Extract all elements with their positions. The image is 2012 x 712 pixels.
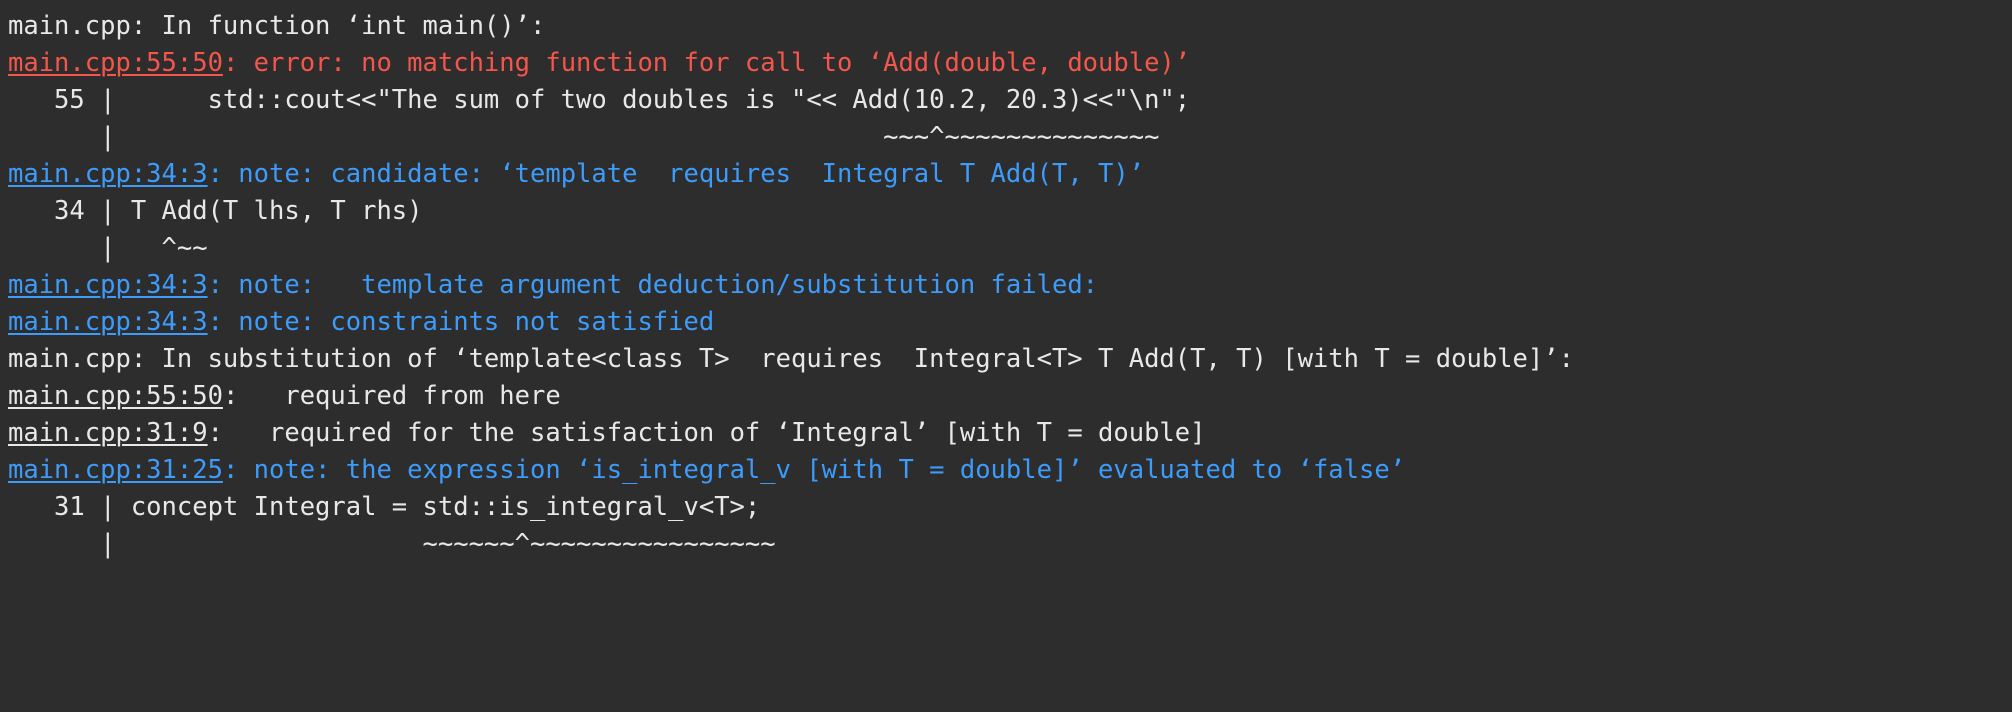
source-location-link[interactable]: main.cpp:31:25	[8, 455, 223, 485]
line-06-source-34: 34 | T Add(T lhs, T rhs)	[8, 193, 2012, 230]
line-03-source-55: 55 | std::cout<<"The sum of two doubles …	[8, 82, 2012, 119]
marker-text: | ^~~	[8, 233, 208, 263]
context-text: main.cpp: In function ‘int main()’:	[8, 11, 546, 41]
source-text: 31 | concept Integral = std::is_integral…	[8, 492, 761, 522]
note-text: : note: template argument deduction/subs…	[207, 270, 1099, 300]
line-15-marker: | ~~~~~~^~~~~~~~~~~~~~~~~	[8, 526, 2012, 563]
line-01-context: main.cpp: In function ‘int main()’:	[8, 8, 2012, 45]
marker-text: | ~~~^~~~~~~~~~~~~~~	[8, 122, 1160, 152]
line-05-note-candidate: main.cpp:34:3: note: candidate: ‘templat…	[8, 156, 2012, 193]
note-text: : note: candidate: ‘template requires In…	[207, 159, 1145, 189]
context-text: : required from here	[222, 381, 561, 411]
source-text: 55 | std::cout<<"The sum of two doubles …	[8, 85, 1191, 115]
context-text: : required for the satisfaction of ‘Inte…	[207, 418, 1206, 448]
line-11-required-from-here: main.cpp:55:50: required from here	[8, 378, 2012, 415]
source-location-link[interactable]: main.cpp:55:50	[8, 48, 223, 78]
compiler-output-terminal: main.cpp: In function ‘int main()’: main.…	[0, 0, 2012, 712]
line-04-marker: | ~~~^~~~~~~~~~~~~~~	[8, 119, 2012, 156]
source-location-link[interactable]: main.cpp:34:3	[8, 159, 208, 189]
line-10-context-substitution: main.cpp: In substitution of ‘template<c…	[8, 341, 2012, 378]
error-text: : error: no matching function for call t…	[222, 48, 1191, 78]
source-text: 34 | T Add(T lhs, T rhs)	[8, 196, 423, 226]
line-09-note-constraints: main.cpp:34:3: note: constraints not sat…	[8, 304, 2012, 341]
line-12-required-satisfaction: main.cpp:31:9: required for the satisfac…	[8, 415, 2012, 452]
line-13-note-expression: main.cpp:31:25: note: the expression ‘is…	[8, 452, 2012, 489]
line-02-error: main.cpp:55:50: error: no matching funct…	[8, 45, 2012, 82]
source-location-link[interactable]: main.cpp:31:9	[8, 418, 208, 448]
source-location-link[interactable]: main.cpp:34:3	[8, 270, 208, 300]
source-location-link[interactable]: main.cpp:55:50	[8, 381, 223, 411]
line-07-marker: | ^~~	[8, 230, 2012, 267]
context-text: main.cpp: In substitution of ‘template<c…	[8, 344, 1574, 374]
line-08-note-deduction: main.cpp:34:3: note: template argument d…	[8, 267, 2012, 304]
marker-text: | ~~~~~~^~~~~~~~~~~~~~~~~	[8, 529, 776, 559]
note-text: : note: the expression ‘is_integral_v [w…	[222, 455, 1406, 485]
note-text: : note: constraints not satisfied	[207, 307, 715, 337]
line-14-source-31: 31 | concept Integral = std::is_integral…	[8, 489, 2012, 526]
source-location-link[interactable]: main.cpp:34:3	[8, 307, 208, 337]
